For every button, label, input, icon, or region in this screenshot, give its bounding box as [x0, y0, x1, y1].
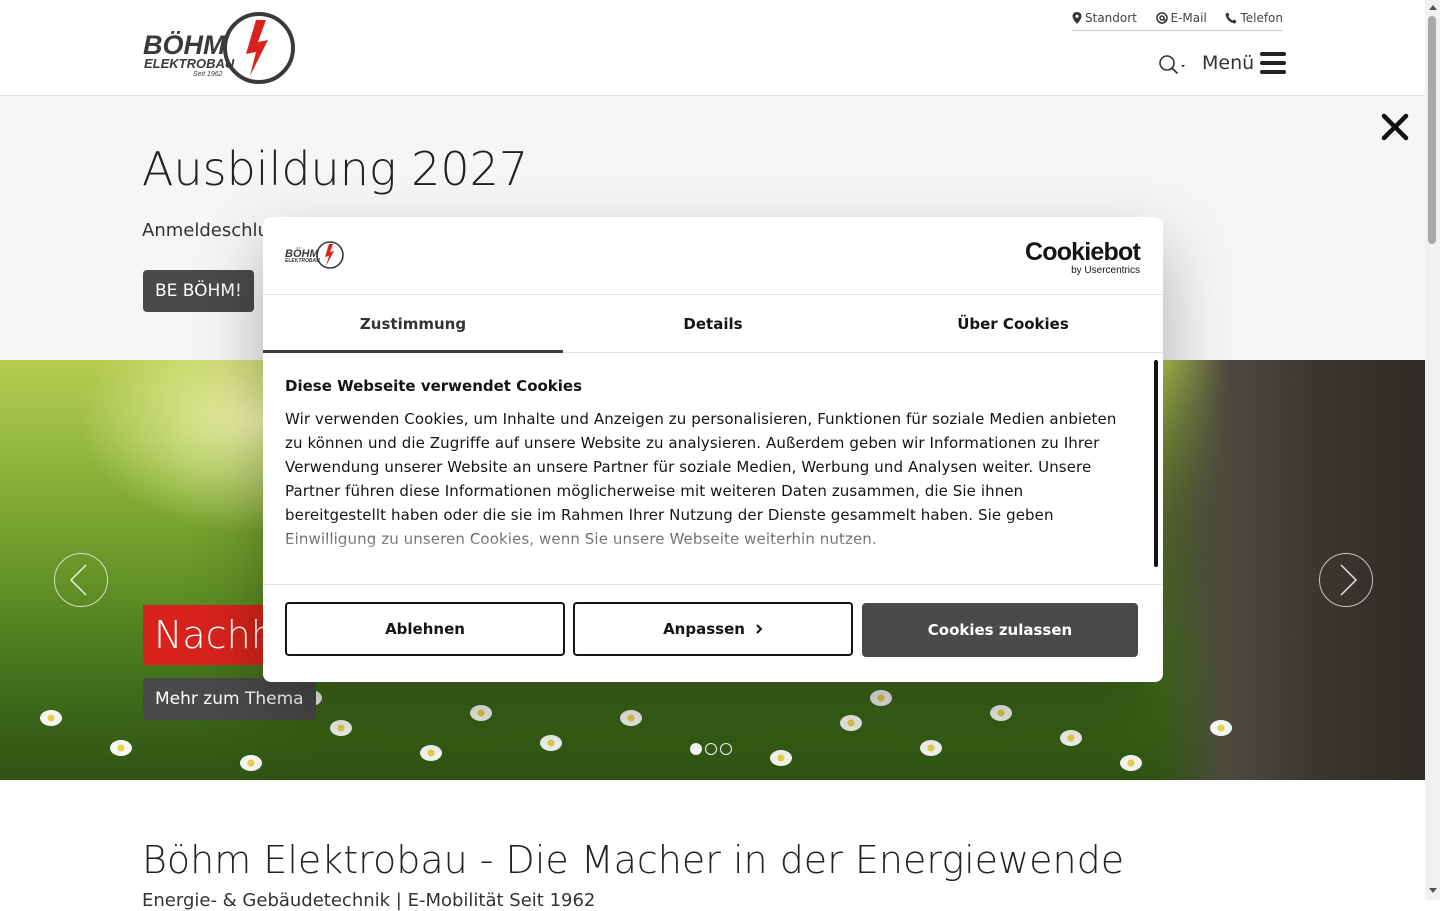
page-scrollbar[interactable]: [1425, 0, 1440, 900]
cookie-consent-dialog: BÖHM ELEKTROBAU Cookiebot by Usercentric…: [263, 217, 1163, 682]
intro-title: Böhm Elektrobau - Die Macher in der Ener…: [142, 838, 1125, 882]
banner-close-button[interactable]: [1380, 112, 1410, 142]
customize-label: Anpassen: [663, 620, 745, 638]
cookie-text-fade: [263, 517, 1143, 584]
at-icon: [1155, 12, 1168, 24]
slider-dot-1[interactable]: [690, 743, 702, 755]
standort-link[interactable]: Standort: [1072, 11, 1137, 25]
search-toggle[interactable]: [1158, 54, 1188, 76]
slider-dot-3[interactable]: [720, 743, 732, 755]
chevron-right-icon: [756, 624, 763, 634]
email-link[interactable]: E-Mail: [1155, 11, 1207, 25]
telefon-label: Telefon: [1240, 11, 1283, 25]
slider-prev-button[interactable]: [54, 553, 108, 607]
banner-text: Anmeldeschlu: [142, 220, 269, 241]
cookiebot-brand-sub: by Usercentrics: [1071, 265, 1140, 276]
be-boehm-button[interactable]: BE BÖHM!: [143, 270, 254, 312]
logo-since-text: Seit 1962: [193, 71, 223, 78]
mehr-zum-thema-button[interactable]: Mehr zum Thema: [143, 678, 316, 720]
search-icon: [1159, 55, 1185, 75]
cookiebot-brand-name: Cookiebot: [1024, 238, 1141, 266]
cookie-dialog-footer: Ablehnen Anpassen Cookies zulassen: [263, 584, 1163, 682]
hamburger-icon: [1260, 52, 1287, 74]
standort-label: Standort: [1085, 11, 1137, 25]
slide-background-tree: [1160, 360, 1425, 780]
tab-zustimmung[interactable]: Zustimmung: [263, 295, 563, 353]
scroll-down-arrow-icon[interactable]: [1429, 888, 1437, 893]
company-logo[interactable]: BÖHM ELEKTROBAU Seit 1962: [142, 10, 302, 86]
logo-graphic: BÖHM ELEKTROBAU Seit 1962: [143, 12, 295, 84]
cookie-heading: Diese Webseite verwendet Cookies: [285, 377, 583, 395]
company-logo-small-icon: BÖHM ELEKTROBAU: [285, 241, 344, 269]
accept-cookies-button[interactable]: Cookies zulassen: [862, 603, 1138, 657]
cookie-body-scrollbar[interactable]: [1154, 360, 1158, 567]
chevron-left-icon: [69, 564, 87, 596]
site-header: BÖHM ELEKTROBAU Seit 1962 Standort E-Mai…: [0, 0, 1425, 96]
intro-subtitle: Energie- & Gebäudetechnik | E-Mobilität …: [142, 890, 596, 911]
chevron-right-icon: [1340, 564, 1358, 596]
slider-dots: [690, 743, 732, 755]
cookie-logo-sub-text: ELEKTROBAU: [285, 258, 320, 264]
telefon-link[interactable]: Telefon: [1225, 11, 1283, 25]
top-contact-links: Standort E-Mail Telefon: [1072, 6, 1283, 31]
cookie-dialog-header: BÖHM ELEKTROBAU Cookiebot by Usercentric…: [263, 217, 1163, 295]
phone-icon: [1225, 12, 1237, 24]
slider-dot-2[interactable]: [705, 743, 717, 755]
map-pin-icon: [1072, 12, 1082, 24]
close-icon: [1381, 113, 1409, 141]
slider-next-button[interactable]: [1319, 553, 1373, 607]
cookiebot-logo: Cookiebot by Usercentrics: [1024, 238, 1141, 276]
email-label: E-Mail: [1170, 11, 1207, 25]
logo-sub-text: ELEKTROBAU: [144, 56, 235, 71]
decline-button[interactable]: Ablehnen: [285, 602, 565, 656]
menu-button[interactable]: Menü: [1202, 52, 1287, 74]
scroll-up-arrow-icon[interactable]: [1429, 5, 1437, 10]
tab-ueber-cookies[interactable]: Über Cookies: [863, 295, 1163, 352]
menu-label: Menü: [1202, 52, 1255, 74]
cookie-dialog-company-logo: BÖHM ELEKTROBAU: [285, 239, 347, 271]
scrollbar-thumb[interactable]: [1428, 16, 1436, 244]
banner-title: Ausbildung 2027: [142, 142, 529, 196]
tab-details[interactable]: Details: [563, 295, 863, 352]
decline-label: Ablehnen: [385, 620, 465, 638]
customize-button[interactable]: Anpassen: [573, 602, 853, 656]
accept-label: Cookies zulassen: [927, 621, 1073, 639]
cookie-tabs: Zustimmung Details Über Cookies: [263, 295, 1163, 353]
